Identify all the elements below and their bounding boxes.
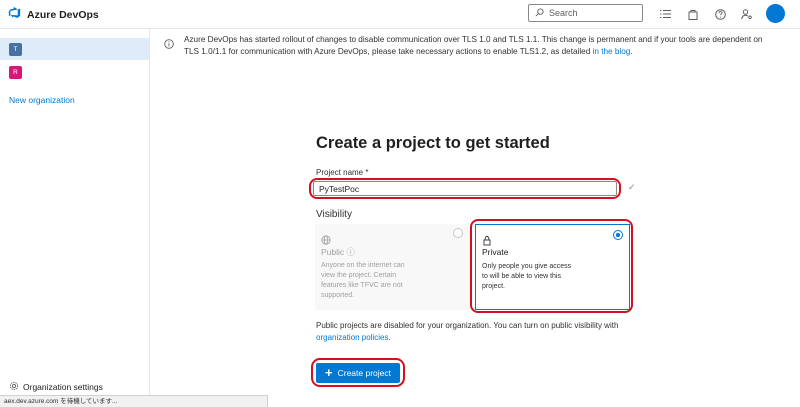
app-title: Azure DevOps bbox=[27, 9, 99, 21]
info-icon bbox=[164, 36, 174, 54]
status-bar: aex.dev.azure.com を待機しています... bbox=[0, 395, 268, 407]
help-icon[interactable] bbox=[713, 7, 727, 21]
project-name-label: Project name * bbox=[316, 168, 369, 177]
notice-suffix: . bbox=[388, 333, 391, 342]
banner-text: Azure DevOps has started rollout of chan… bbox=[184, 35, 763, 56]
public-visibility-option[interactable]: Public ⓘ Anyone on the internet can view… bbox=[315, 224, 470, 310]
public-title-text: Public bbox=[321, 247, 345, 257]
bag-icon[interactable] bbox=[686, 7, 700, 21]
list-icon[interactable] bbox=[658, 7, 672, 21]
org-item-t[interactable]: T bbox=[0, 38, 150, 60]
create-button-highlight bbox=[311, 358, 405, 387]
top-bar: Azure DevOps Search bbox=[0, 0, 800, 29]
organization-policies-link[interactable]: organization policies bbox=[316, 333, 389, 342]
public-option-description: Anyone on the internet can view the proj… bbox=[321, 262, 405, 299]
search-box[interactable]: Search bbox=[528, 4, 643, 22]
banner-message: Azure DevOps has started rollout of chan… bbox=[184, 34, 769, 57]
new-organization-link[interactable]: New organization bbox=[9, 95, 75, 105]
blog-link[interactable]: in the blog bbox=[593, 47, 631, 56]
project-name-highlight bbox=[309, 178, 621, 199]
organization-settings-button[interactable]: Organization settings bbox=[9, 381, 103, 393]
check-icon: ✓ bbox=[628, 182, 636, 192]
azure-devops-logo-icon bbox=[8, 6, 21, 24]
org-item-r[interactable]: R bbox=[0, 61, 150, 83]
brand[interactable]: Azure DevOps bbox=[8, 6, 99, 24]
private-option-highlight bbox=[470, 219, 633, 313]
public-radio[interactable] bbox=[453, 228, 463, 238]
sidebar: T R New organization Organization settin… bbox=[0, 29, 150, 407]
info-circle-icon: ⓘ bbox=[346, 247, 356, 257]
avatar[interactable] bbox=[766, 4, 785, 23]
page-title: Create a project to get started bbox=[316, 134, 550, 152]
public-option-title: Public ⓘ bbox=[321, 246, 355, 258]
search-icon bbox=[535, 4, 544, 22]
notice-text: Public projects are disabled for your or… bbox=[316, 321, 619, 330]
org-badge: T bbox=[9, 42, 22, 56]
tls-banner: Azure DevOps has started rollout of chan… bbox=[158, 30, 778, 60]
org-badge: R bbox=[9, 65, 22, 79]
banner-suffix: . bbox=[630, 46, 633, 56]
organization-settings-label: Organization settings bbox=[23, 382, 103, 392]
user-settings-icon[interactable] bbox=[740, 7, 754, 21]
public-disabled-notice: Public projects are disabled for your or… bbox=[316, 320, 646, 344]
search-placeholder: Search bbox=[549, 8, 578, 18]
visibility-label: Visibility bbox=[316, 209, 352, 220]
gear-icon bbox=[9, 381, 19, 393]
